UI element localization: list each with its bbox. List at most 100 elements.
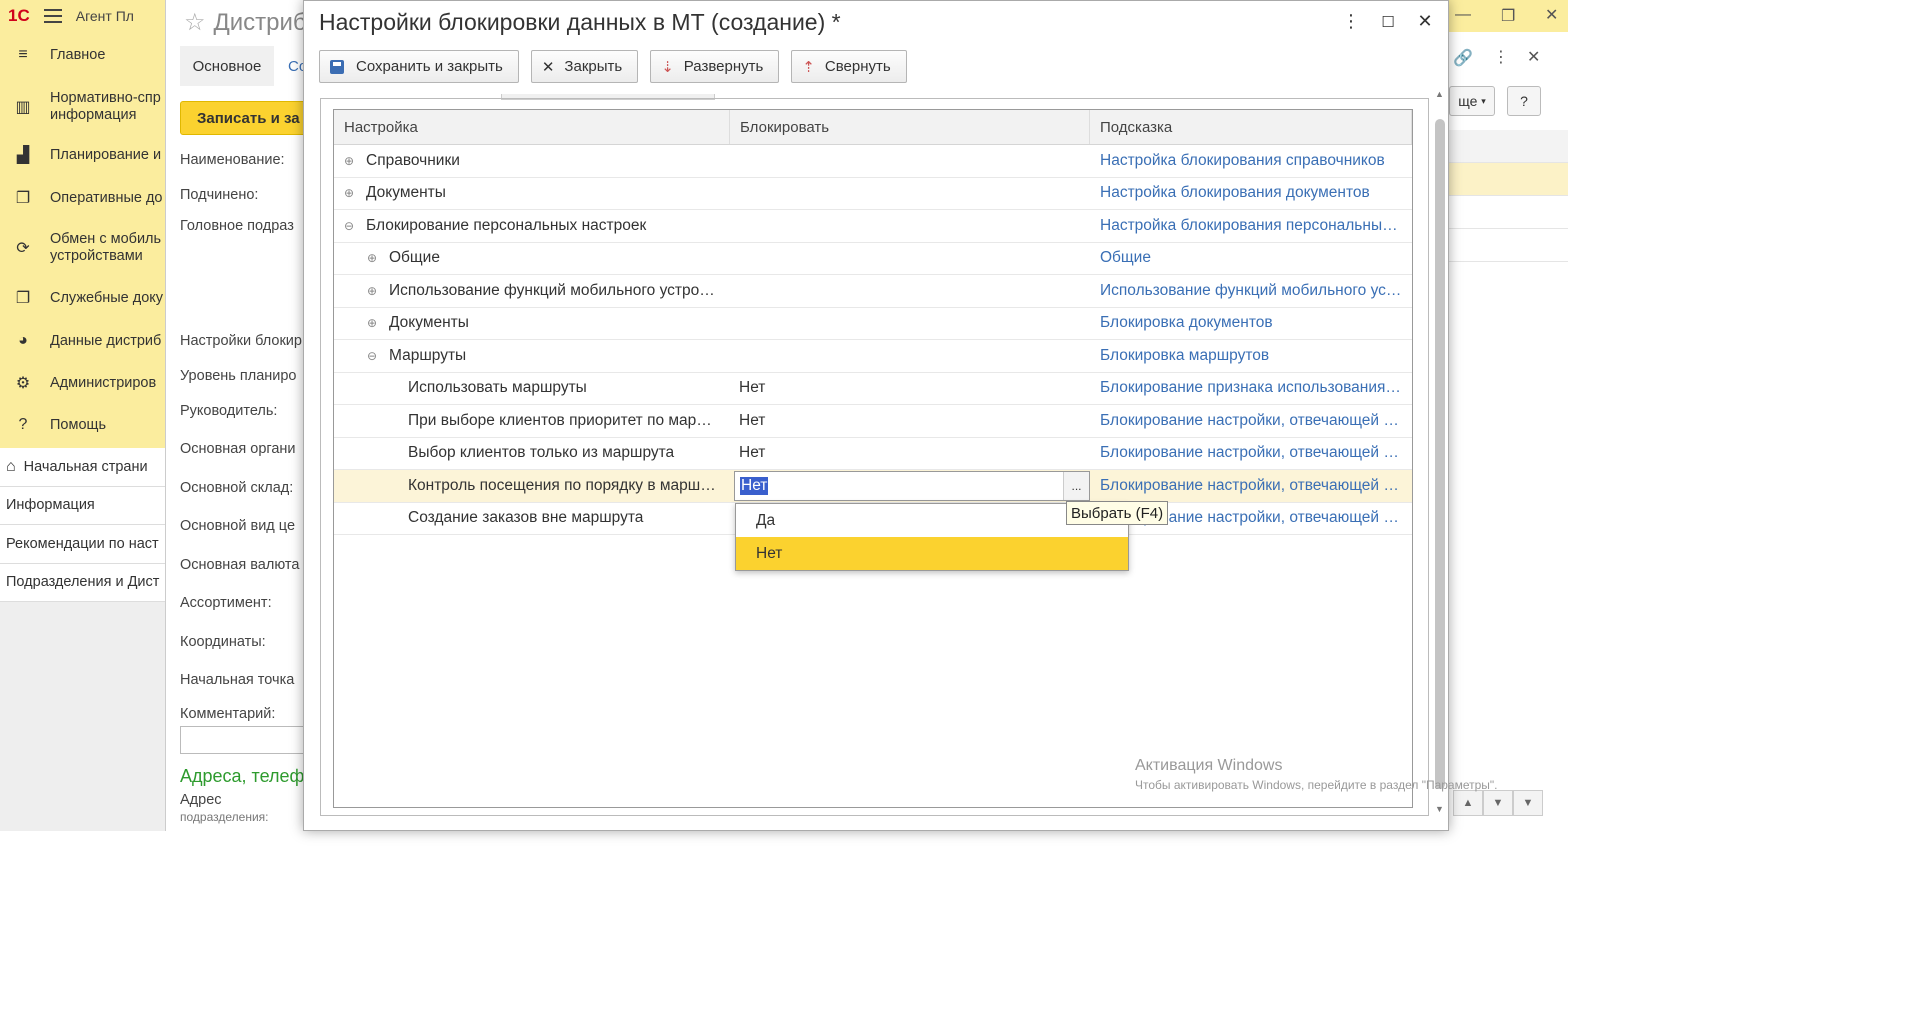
expand-button[interactable]: ⇣ Развернуть bbox=[650, 50, 780, 83]
column-header-setting[interactable]: Настройка bbox=[334, 110, 730, 144]
expand-node-icon[interactable]: ⊕ bbox=[342, 186, 356, 200]
close-icon[interactable]: ✕ bbox=[1527, 47, 1540, 67]
sidebar-item-service-docs[interactable]: ❐ Служебные доку bbox=[0, 286, 163, 310]
expand-node-icon[interactable]: ⊕ bbox=[342, 154, 356, 168]
cell-setting[interactable]: Выбор клиентов только из маршрута bbox=[334, 444, 730, 462]
cell-block-value[interactable] bbox=[730, 340, 1090, 372]
collapse-button[interactable]: ⇡ Свернуть bbox=[791, 50, 907, 83]
cell-block-value[interactable]: Нет bbox=[730, 405, 1090, 437]
cell-block-value[interactable] bbox=[730, 243, 1090, 275]
star-icon[interactable]: ☆ bbox=[184, 9, 206, 36]
more-button[interactable]: ще ▾ bbox=[1449, 86, 1495, 116]
cell-block-value[interactable] bbox=[730, 210, 1090, 242]
link-icon[interactable]: 🔗 bbox=[1453, 48, 1473, 68]
scroll-up-icon[interactable]: ▲ bbox=[1435, 89, 1444, 99]
dropdown-option-no[interactable]: Нет bbox=[736, 537, 1128, 570]
sidebar-item-main[interactable]: ≡ Главное bbox=[0, 43, 105, 67]
tab-main[interactable]: Основное bbox=[180, 46, 274, 86]
hint-link[interactable]: Блокирование настройки, отвечающей з… bbox=[1090, 444, 1412, 462]
cell-block-value[interactable] bbox=[730, 275, 1090, 307]
vertical-scrollbar[interactable]: ▲ ▼ bbox=[1434, 89, 1446, 814]
table-row[interactable] bbox=[1449, 163, 1568, 196]
cell-setting[interactable]: ⊕ Документы bbox=[334, 184, 730, 202]
hint-link[interactable]: Блокирование настройки, отвечающей з… bbox=[1090, 412, 1412, 430]
cell-block-value[interactable]: Нет bbox=[730, 373, 1090, 405]
sidebar-item-planning[interactable]: ▟ Планирование и bbox=[0, 143, 161, 167]
save-and-close-button[interactable]: Сохранить и закрыть bbox=[319, 50, 519, 83]
table-row[interactable]: ⊖ Блокирование персональных настроек Настр… bbox=[334, 210, 1412, 243]
hint-link[interactable]: Настройка блокирования персональных наст… bbox=[1090, 217, 1412, 235]
expand-node-icon[interactable]: ⊕ bbox=[365, 284, 379, 298]
table-row[interactable]: ⊕ Документы Настройка блокирования докумен… bbox=[334, 178, 1412, 210]
help-button[interactable]: ? bbox=[1507, 86, 1541, 116]
sidebar-item-operative[interactable]: ❐ Оперативные до bbox=[0, 186, 163, 210]
scrollbar-thumb[interactable] bbox=[1435, 119, 1445, 789]
sidebar-item-reference[interactable]: ▥ Нормативно-спр информация bbox=[0, 87, 170, 127]
table-row[interactable] bbox=[1449, 229, 1568, 262]
cell-block-value[interactable]: Нет bbox=[730, 438, 1090, 470]
hint-link[interactable]: Использование функций мобильного ус… bbox=[1090, 282, 1412, 300]
hint-link[interactable]: Блокировка документов bbox=[1090, 314, 1412, 332]
cell-block-value[interactable] bbox=[730, 145, 1090, 177]
hint-link[interactable]: Блокирование настройки, отвечающей з… bbox=[1090, 477, 1412, 495]
column-header-block[interactable]: Блокировать bbox=[730, 110, 1090, 144]
cell-setting[interactable]: Использовать маршруты bbox=[334, 379, 730, 397]
more-vertical-icon[interactable]: ⋮ bbox=[1340, 11, 1362, 32]
scroll-down-icon[interactable]: ▼ bbox=[1435, 804, 1444, 814]
table-row[interactable] bbox=[1449, 196, 1568, 229]
table-row[interactable]: ⊕ Документы Блокировка документов bbox=[334, 308, 1412, 340]
more-vertical-icon[interactable]: ⋮ bbox=[1493, 47, 1509, 67]
scroll-down-icon[interactable]: ▼ bbox=[1483, 790, 1513, 816]
expand-node-icon[interactable]: ⊕ bbox=[365, 316, 379, 330]
close-icon[interactable]: ✕ bbox=[1545, 5, 1558, 25]
comment-input[interactable] bbox=[180, 726, 320, 754]
table-row[interactable]: ⊕ Справочники Настройка блокирования справ… bbox=[334, 145, 1412, 178]
page-item-recommendations[interactable]: Рекомендации по наст bbox=[0, 525, 170, 564]
hint-link[interactable]: Настройка блокирования справочников bbox=[1090, 152, 1412, 170]
hint-link[interactable]: Блокирование признака использования … bbox=[1090, 379, 1412, 397]
sidebar-item-mobile-exchange[interactable]: ⟳ Обмен с мобиль устройствами bbox=[0, 228, 170, 268]
table-row[interactable]: Выбор клиентов только из маршрута Нет Блок… bbox=[334, 438, 1412, 470]
table-row[interactable]: ⊕ Общие Общие bbox=[334, 243, 1412, 275]
cell-block-value[interactable]: Нет... bbox=[730, 470, 1090, 502]
page-item-subdivisions[interactable]: Подразделения и Дист bbox=[0, 563, 170, 602]
collapse-node-icon[interactable]: ⊖ bbox=[342, 219, 356, 233]
page-item-home[interactable]: ⌂ Начальная страни bbox=[0, 448, 170, 487]
cell-setting[interactable]: ⊕ Использование функций мобильного устро… bbox=[334, 282, 730, 300]
restore-icon[interactable]: ❐ bbox=[1501, 6, 1515, 26]
menu-burger-icon[interactable] bbox=[43, 9, 62, 23]
hint-link[interactable]: Общие bbox=[1090, 249, 1412, 267]
cell-setting[interactable]: ⊕ Справочники bbox=[334, 152, 730, 170]
cell-setting[interactable]: ⊕ Общие bbox=[334, 249, 730, 267]
close-icon[interactable]: ✕ bbox=[1414, 11, 1436, 32]
hint-link[interactable]: Блокировка маршрутов bbox=[1090, 347, 1412, 365]
select-button[interactable]: ... bbox=[1063, 472, 1089, 500]
maximize-icon[interactable]: ☐ bbox=[1377, 13, 1399, 31]
scroll-bottom-icon[interactable]: ▼ bbox=[1513, 790, 1543, 816]
close-button[interactable]: ✕ Закрыть bbox=[530, 50, 639, 83]
scroll-top-icon[interactable]: ▲ bbox=[1453, 790, 1483, 816]
collapse-node-icon[interactable]: ⊖ bbox=[365, 349, 379, 363]
minimize-icon[interactable]: — bbox=[1455, 6, 1471, 24]
table-row[interactable]: Контроль посещения по порядку в марш… Нет… bbox=[334, 470, 1412, 503]
cell-block-value[interactable] bbox=[730, 178, 1090, 210]
cell-setting[interactable]: Создание заказов вне маршрута bbox=[334, 509, 730, 527]
block-value-input[interactable]: Нет... bbox=[734, 471, 1090, 501]
sidebar-item-admin[interactable]: ⚙ Администриров bbox=[0, 371, 156, 395]
record-button[interactable]: Записать и за bbox=[180, 101, 320, 135]
cell-setting[interactable]: При выборе клиентов приоритет по мар… bbox=[334, 412, 730, 430]
cell-block-value[interactable] bbox=[730, 308, 1090, 340]
hint-link[interactable]: Настройка блокирования документов bbox=[1090, 184, 1412, 202]
page-item-info[interactable]: Информация bbox=[0, 486, 170, 525]
cell-setting[interactable]: Контроль посещения по порядку в марш… bbox=[334, 477, 730, 495]
sidebar-item-help[interactable]: ? Помощь bbox=[0, 413, 106, 437]
table-row[interactable]: При выборе клиентов приоритет по мар… Нет… bbox=[334, 405, 1412, 438]
table-row[interactable]: ⊖ Маршруты Блокировка маршрутов bbox=[334, 340, 1412, 373]
expand-node-icon[interactable]: ⊕ bbox=[365, 251, 379, 265]
cell-setting[interactable]: ⊖ Маршруты bbox=[334, 347, 730, 365]
table-row[interactable]: ⊕ Использование функций мобильного устро…… bbox=[334, 275, 1412, 308]
sidebar-item-distrib-data[interactable]: ◕ Данные дистриб bbox=[0, 329, 161, 353]
table-row[interactable]: Использовать маршруты Нет Блокирование при… bbox=[334, 373, 1412, 405]
column-header-hint[interactable]: Подсказка bbox=[1090, 110, 1412, 144]
cell-setting[interactable]: ⊕ Документы bbox=[334, 314, 730, 332]
